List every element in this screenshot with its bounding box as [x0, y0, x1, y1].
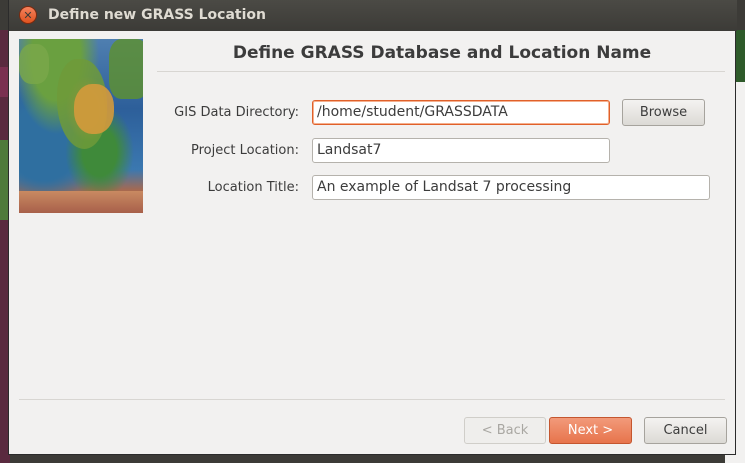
- gisdbase-field[interactable]: /home/student/GRASSDATA: [312, 100, 610, 125]
- page-heading: Define GRASS Database and Location Name: [232, 43, 652, 63]
- back-button-label: < Back: [481, 423, 529, 438]
- location-title-label: Location Title:: [207, 180, 299, 195]
- location-title-field[interactable]: An example of Landsat 7 processing: [312, 175, 710, 200]
- window-title: Define new GRASS Location: [48, 7, 266, 23]
- footer-divider: [19, 399, 725, 400]
- cancel-button[interactable]: Cancel: [644, 417, 727, 444]
- close-button[interactable]: ✕: [19, 6, 37, 24]
- location-wizard-dialog: ✕ Define new GRASS Location Define GRASS…: [8, 0, 737, 455]
- world-map-image: [19, 39, 143, 213]
- browse-button-label: Browse: [639, 105, 688, 120]
- next-button[interactable]: Next >: [549, 417, 632, 444]
- browse-button[interactable]: Browse: [622, 99, 705, 126]
- close-icon: ✕: [23, 8, 33, 22]
- heading-divider: [157, 71, 725, 72]
- back-button[interactable]: < Back: [464, 417, 546, 444]
- cancel-button-label: Cancel: [663, 423, 708, 438]
- next-button-label: Next >: [567, 423, 614, 438]
- title-bar: ✕ Define new GRASS Location: [9, 0, 737, 31]
- gisdbase-label: GIS Data Directory:: [174, 105, 299, 120]
- location-field[interactable]: Landsat7: [312, 138, 610, 163]
- location-label: Project Location:: [191, 143, 299, 158]
